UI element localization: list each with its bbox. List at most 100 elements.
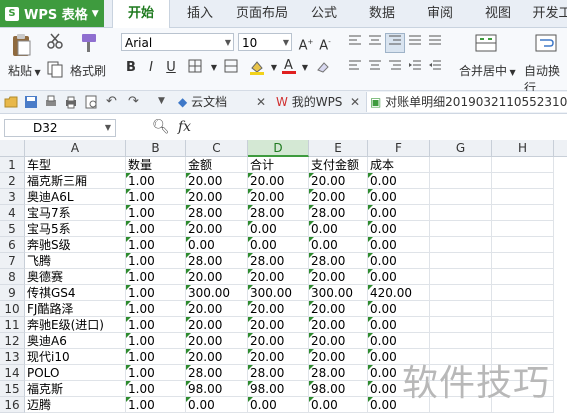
table-cell[interactable]: 1.00 [126, 285, 186, 301]
table-cell[interactable]: 1.00 [126, 317, 186, 333]
table-cell[interactable]: 20.00 [186, 189, 248, 205]
table-cell[interactable]: 20.00 [248, 301, 309, 317]
table-cell[interactable]: 28.00 [248, 205, 309, 221]
table-cell[interactable]: 0.00 [186, 237, 248, 253]
export-pdf-icon[interactable] [84, 95, 98, 112]
table-cell[interactable]: 0.00 [309, 397, 368, 413]
table-cell[interactable]: 金额 [186, 157, 248, 173]
table-cell[interactable]: 28.00 [248, 365, 309, 381]
table-cell[interactable]: 1.00 [126, 269, 186, 285]
redo-icon[interactable]: ↷ [128, 94, 139, 109]
row-header[interactable]: 9 [0, 285, 25, 301]
tab-review[interactable]: 审阅 [418, 0, 462, 27]
table-cell[interactable]: 1.00 [126, 237, 186, 253]
row-header[interactable]: 1 [0, 157, 25, 173]
align-top-center-icon[interactable] [366, 34, 384, 52]
table-cell[interactable]: 1.00 [126, 205, 186, 221]
row-header[interactable]: 16 [0, 397, 25, 413]
print-preview-icon[interactable] [44, 95, 58, 112]
table-cell[interactable]: 0.00 [248, 397, 309, 413]
table-cell[interactable]: 奔驰E级(进口) [25, 317, 126, 333]
table-cell[interactable] [430, 269, 492, 285]
function-fx-icon[interactable]: fx [178, 119, 191, 135]
table-cell[interactable]: 0.00 [248, 221, 309, 237]
table-cell[interactable]: 20.00 [309, 189, 368, 205]
formula-input[interactable] [205, 119, 565, 137]
tab-developer[interactable]: 开发工 [532, 0, 567, 27]
format-painter-icon[interactable] [76, 32, 98, 56]
table-cell[interactable]: 20.00 [248, 173, 309, 189]
merge-center-button[interactable]: 合并居中 ▼ [459, 62, 516, 79]
align-distributed-icon[interactable] [426, 34, 444, 52]
borders-dropdown-icon[interactable]: ▼ [205, 59, 223, 77]
table-cell[interactable]: 0.00 [368, 173, 430, 189]
table-cell[interactable]: 0.00 [309, 237, 368, 253]
table-cell[interactable]: 1.00 [126, 173, 186, 189]
font-name-select[interactable]: Arial ▼ [121, 33, 234, 51]
table-cell[interactable]: 20.00 [186, 333, 248, 349]
table-cell[interactable]: 28.00 [186, 365, 248, 381]
clear-format-icon[interactable] [314, 59, 332, 77]
table-cell[interactable]: 成本 [368, 157, 430, 173]
table-cell[interactable] [492, 237, 554, 253]
cut-icon[interactable] [46, 32, 64, 50]
table-cell[interactable]: 300.00 [309, 285, 368, 301]
table-cell[interactable] [430, 253, 492, 269]
save-icon[interactable] [24, 95, 38, 112]
table-cell[interactable]: 20.00 [309, 349, 368, 365]
table-cell[interactable]: 300.00 [248, 285, 309, 301]
row-header[interactable]: 11 [0, 317, 25, 333]
table-cell[interactable] [430, 333, 492, 349]
merge-center-icon[interactable] [475, 32, 497, 54]
indent-icon[interactable] [406, 59, 424, 77]
table-cell[interactable]: FJ酷路泽 [25, 301, 126, 317]
copy-icon[interactable] [46, 60, 64, 78]
wrap-text-icon[interactable] [535, 32, 557, 54]
table-cell[interactable] [430, 237, 492, 253]
table-cell[interactable] [430, 157, 492, 173]
tab-data[interactable]: 数据 [360, 0, 404, 27]
borders-icon[interactable] [186, 59, 204, 77]
table-cell[interactable]: 宝马7系 [25, 205, 126, 221]
table-cell[interactable]: 飞腾 [25, 253, 126, 269]
table-cell[interactable]: 20.00 [248, 349, 309, 365]
table-cell[interactable]: 0.00 [368, 205, 430, 221]
table-cell[interactable]: 98.00 [248, 381, 309, 397]
align-right-icon[interactable] [386, 59, 404, 77]
row-header[interactable]: 7 [0, 253, 25, 269]
table-cell[interactable]: 28.00 [248, 253, 309, 269]
table-cell[interactable]: 20.00 [248, 189, 309, 205]
table-cell[interactable]: 迈腾 [25, 397, 126, 413]
table-cell[interactable]: 0.00 [368, 189, 430, 205]
doc-tab-close-icon[interactable]: ✕ [256, 92, 266, 112]
table-cell[interactable]: 0.00 [368, 269, 430, 285]
table-cell[interactable]: 传祺GS4 [25, 285, 126, 301]
table-cell[interactable]: 奥迪A6L [25, 189, 126, 205]
table-cell[interactable]: 28.00 [309, 205, 368, 221]
table-cell[interactable]: 1.00 [126, 365, 186, 381]
table-cell[interactable]: 1.00 [126, 253, 186, 269]
fill-color-icon[interactable] [248, 59, 266, 77]
table-cell[interactable]: 支付金额 [309, 157, 368, 173]
doc-tab-spreadsheet[interactable]: ▣ 对账单明细201903211055231073_ [366, 92, 567, 112]
table-cell[interactable]: 奥德赛 [25, 269, 126, 285]
table-cell[interactable]: 98.00 [309, 381, 368, 397]
row-header[interactable]: 8 [0, 269, 25, 285]
column-header-e[interactable]: E [309, 140, 368, 157]
align-left-icon[interactable] [346, 59, 364, 77]
table-cell[interactable] [430, 173, 492, 189]
tab-insert[interactable]: 插入 [178, 0, 222, 27]
table-cell[interactable]: 28.00 [309, 253, 368, 269]
table-cell[interactable]: 20.00 [186, 173, 248, 189]
table-cell[interactable]: 0.00 [368, 333, 430, 349]
table-cell[interactable]: 奔驰S级 [25, 237, 126, 253]
undo-icon[interactable]: ↶ [106, 94, 117, 109]
row-header[interactable]: 13 [0, 349, 25, 365]
row-header[interactable]: 15 [0, 381, 25, 397]
align-top-right-icon[interactable] [385, 33, 405, 53]
table-cell[interactable] [492, 205, 554, 221]
table-cell[interactable]: 20.00 [186, 269, 248, 285]
table-cell[interactable]: 奥迪A6 [25, 333, 126, 349]
row-header[interactable]: 10 [0, 301, 25, 317]
table-cell[interactable]: 20.00 [309, 269, 368, 285]
